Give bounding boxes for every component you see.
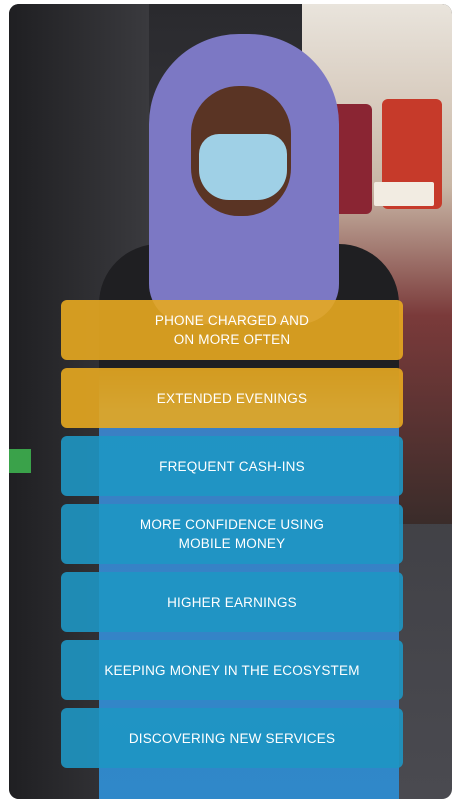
benefit-pill-more-confidence: MORE CONFIDENCE USING MOBILE MONEY xyxy=(61,504,403,564)
photo-green-patch xyxy=(9,449,31,473)
benefit-pill-new-services: DISCOVERING NEW SERVICES xyxy=(61,708,403,768)
benefit-label: KEEPING MONEY IN THE ECOSYSTEM xyxy=(104,662,360,678)
benefit-label: FREQUENT CASH-INS xyxy=(159,458,305,474)
benefit-label: HIGHER EARNINGS xyxy=(167,594,297,610)
benefit-pill-frequent-cash-ins: FREQUENT CASH-INS xyxy=(61,436,403,496)
benefit-label: MORE CONFIDENCE USING MOBILE MONEY xyxy=(139,517,325,551)
photo-person-mask xyxy=(199,134,287,200)
benefit-pill-phone-charged: PHONE CHARGED AND ON MORE OFTEN xyxy=(61,300,403,360)
benefit-label: PHONE CHARGED AND ON MORE OFTEN xyxy=(154,313,310,347)
benefit-list: PHONE CHARGED AND ON MORE OFTEN EXTENDED… xyxy=(61,300,403,776)
hero-photo-card: PHONE CHARGED AND ON MORE OFTEN EXTENDED… xyxy=(9,4,452,799)
benefit-label: EXTENDED EVENINGS xyxy=(156,390,308,406)
benefit-label: DISCOVERING NEW SERVICES xyxy=(128,730,336,746)
benefit-pill-keeping-money: KEEPING MONEY IN THE ECOSYSTEM xyxy=(61,640,403,700)
benefit-pill-extended-evenings: EXTENDED EVENINGS xyxy=(61,368,403,428)
benefit-pill-higher-earnings: HIGHER EARNINGS xyxy=(61,572,403,632)
photo-shop-sign xyxy=(374,182,434,206)
